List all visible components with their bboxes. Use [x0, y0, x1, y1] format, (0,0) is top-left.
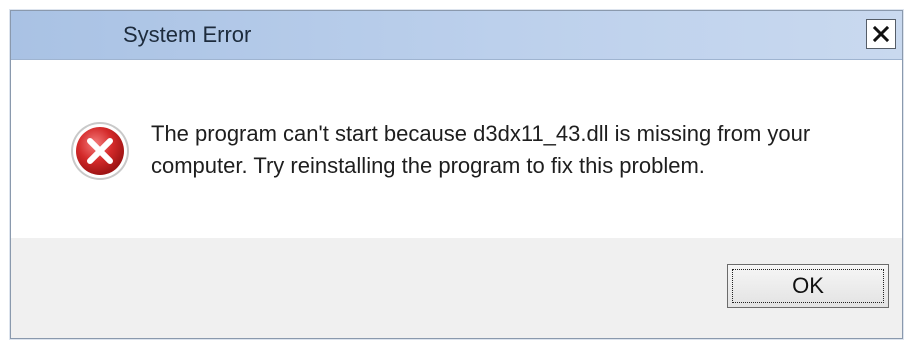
dialog-title: System Error [123, 22, 252, 47]
title-bar[interactable]: System Error [11, 11, 902, 60]
close-button[interactable] [866, 19, 896, 49]
dialog-content: The program can't start because d3dx11_4… [11, 60, 902, 238]
ok-button-label: OK [792, 273, 824, 298]
error-message: The program can't start because d3dx11_4… [151, 121, 811, 178]
ok-button[interactable]: OK [727, 264, 889, 308]
close-icon [872, 25, 890, 43]
system-error-dialog: System Error The program can't start bec… [10, 10, 903, 339]
error-icon [71, 122, 129, 180]
dialog-footer: OK [11, 238, 902, 338]
